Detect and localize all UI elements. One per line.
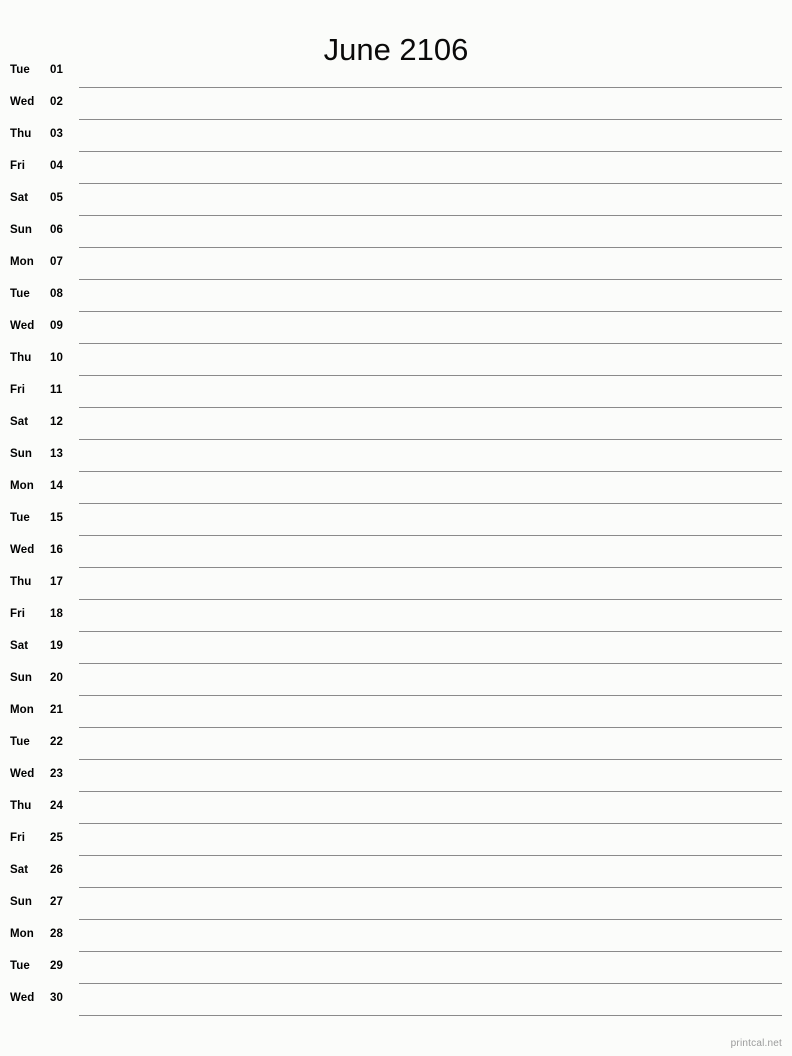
day-number-label: 18 [50,608,63,620]
day-row: Fri 04 [0,152,792,184]
day-row: Sun 13 [0,440,792,472]
day-weekday-label: Thu [10,800,32,812]
day-weekday-label: Thu [10,352,32,364]
day-number-label: 19 [50,640,63,652]
day-weekday-label: Tue [10,288,30,300]
day-number-label: 13 [50,448,63,460]
day-weekday-label: Sat [10,192,29,204]
day-number-label: 17 [50,576,63,588]
day-row: Mon 28 [0,920,792,952]
day-number-label: 16 [50,544,63,556]
day-row: Thu 24 [0,792,792,824]
footer-attribution: printcal.net [730,1038,782,1049]
day-number-label: 11 [50,384,63,396]
day-row: Tue 01 [0,56,792,88]
day-number-label: 06 [50,224,63,236]
day-number-label: 01 [50,64,63,76]
day-weekday-label: Wed [10,320,35,332]
day-number-label: 29 [50,960,63,972]
day-number-label: 21 [50,704,63,716]
day-weekday-label: Sun [10,672,33,684]
day-weekday-label: Wed [10,96,35,108]
day-row: Wed 09 [0,312,792,344]
day-weekday-label: Mon [10,704,34,716]
day-weekday-label: Wed [10,544,35,556]
day-number-label: 22 [50,736,63,748]
day-weekday-label: Thu [10,576,32,588]
day-weekday-label: Fri [10,384,25,396]
day-number-label: 14 [50,480,63,492]
day-row: Tue 22 [0,728,792,760]
day-number-label: 23 [50,768,63,780]
day-row: Thu 10 [0,344,792,376]
day-row: Tue 15 [0,504,792,536]
day-number-label: 27 [50,896,63,908]
day-row: Sun 20 [0,664,792,696]
day-row: Wed 30 [0,984,792,1016]
day-number-label: 15 [50,512,63,524]
day-weekday-label: Sat [10,864,29,876]
day-number-label: 12 [50,416,63,428]
day-number-label: 24 [50,800,63,812]
calendar-page: June 2106 Tue 01 Wed 02 Thu 03 Fri 04 Sat 05 Sun 06… [0,0,792,1056]
day-number-label: 10 [50,352,63,364]
day-number-label: 20 [50,672,63,684]
day-row: Tue 08 [0,280,792,312]
day-row: Sat 12 [0,408,792,440]
day-weekday-label: Sun [10,224,33,236]
day-weekday-label: Sat [10,416,29,428]
day-weekday-label: Fri [10,608,25,620]
day-row: Thu 03 [0,120,792,152]
day-weekday-label: Tue [10,960,30,972]
day-number-label: 30 [50,992,63,1004]
day-number-label: 04 [50,160,63,172]
day-row: Wed 02 [0,88,792,120]
day-number-label: 26 [50,864,63,876]
day-row: Wed 16 [0,536,792,568]
day-weekday-label: Tue [10,736,30,748]
day-weekday-label: Mon [10,256,34,268]
day-row: Fri 25 [0,824,792,856]
day-row: Fri 11 [0,376,792,408]
day-row: Sat 26 [0,856,792,888]
day-number-label: 08 [50,288,63,300]
day-weekday-label: Sun [10,448,33,460]
day-weekday-label: Mon [10,928,34,940]
day-weekday-label: Sun [10,896,33,908]
day-row: Sun 27 [0,888,792,920]
day-row: Fri 18 [0,600,792,632]
day-number-label: 09 [50,320,63,332]
day-weekday-label: Wed [10,992,35,1004]
day-weekday-label: Sat [10,640,29,652]
day-weekday-label: Tue [10,512,30,524]
day-row: Tue 29 [0,952,792,984]
day-row: Mon 21 [0,696,792,728]
day-weekday-label: Thu [10,128,32,140]
day-number-label: 03 [50,128,63,140]
day-row: Mon 07 [0,248,792,280]
day-weekday-label: Tue [10,64,30,76]
day-number-label: 25 [50,832,63,844]
day-number-label: 07 [50,256,63,268]
day-weekday-label: Fri [10,832,25,844]
day-row: Sat 05 [0,184,792,216]
day-weekday-label: Wed [10,768,35,780]
day-weekday-label: Mon [10,480,34,492]
day-row: Wed 23 [0,760,792,792]
day-row: Thu 17 [0,568,792,600]
day-number-label: 02 [50,96,63,108]
day-number-label: 05 [50,192,63,204]
day-row-list: Tue 01 Wed 02 Thu 03 Fri 04 Sat 05 Sun 06 Mon 07 Tue 08… [0,56,792,1016]
day-row: Sun 06 [0,216,792,248]
day-weekday-label: Fri [10,160,25,172]
day-writing-line[interactable] [79,1015,782,1016]
day-row: Mon 14 [0,472,792,504]
day-number-label: 28 [50,928,63,940]
day-row: Sat 19 [0,632,792,664]
